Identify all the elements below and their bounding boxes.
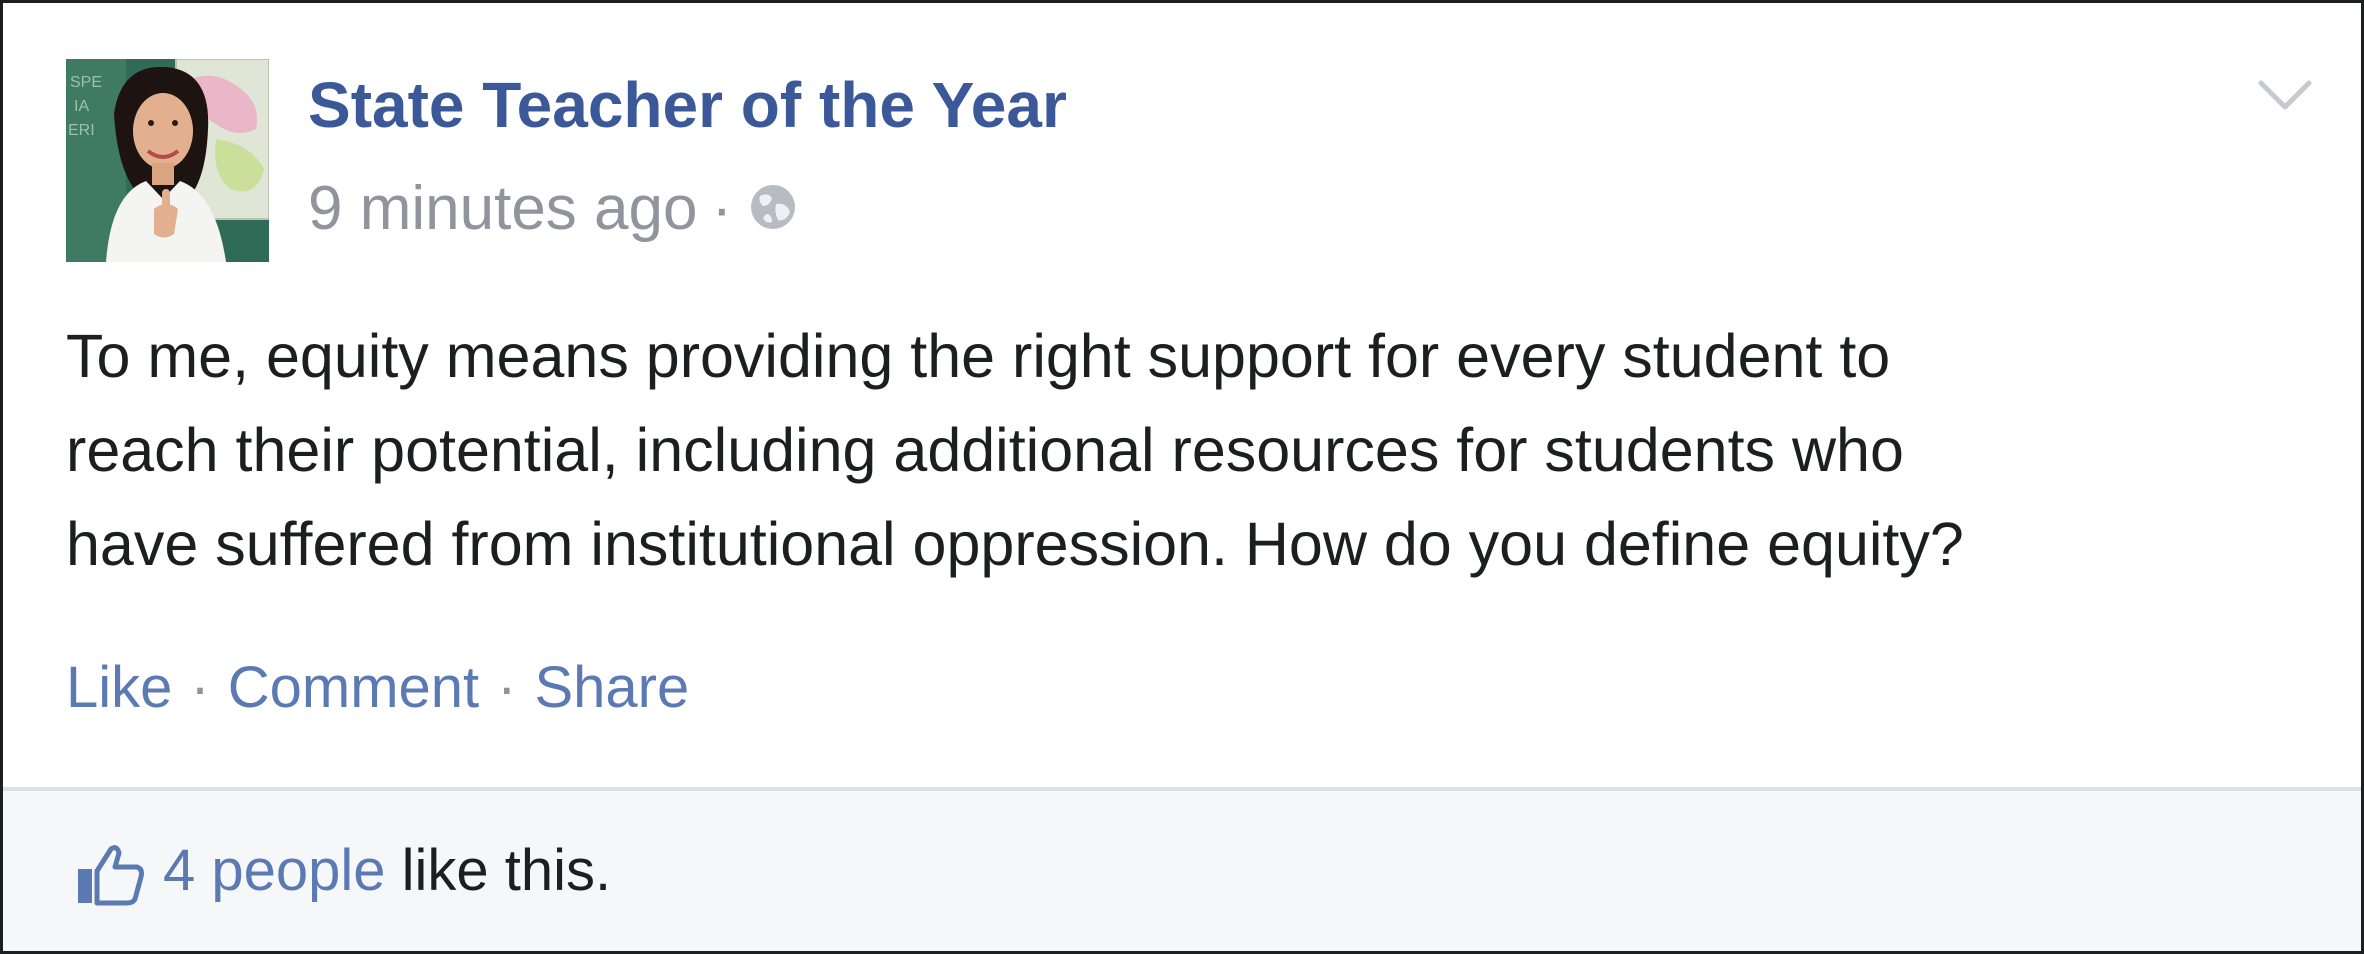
post-meta: 9 minutes ago · [308,166,798,252]
post-card: SPE IA ERI State Teacher of the Year 9 m… [0,0,2364,954]
svg-text:SPE: SPE [70,74,102,91]
likes-summary: 4 people like this. [3,791,2361,951]
like-link[interactable]: Like [66,655,172,720]
post-text-line: have suffered from institutional oppress… [66,510,1964,578]
svg-text:ERI: ERI [68,122,95,139]
post-body: To me, equity means providing the right … [66,309,2306,591]
meta-separator: · [711,174,733,243]
share-link[interactable]: Share [534,655,689,720]
globe-icon[interactable] [748,172,798,252]
likes-suffix: like this. [385,838,612,903]
likes-people-link[interactable]: 4 people [163,838,386,903]
post-timestamp[interactable]: 9 minutes ago [308,169,697,249]
comment-link[interactable]: Comment [228,655,479,720]
svg-text:IA: IA [74,98,89,115]
avatar-image: SPE IA ERI [66,59,269,262]
post-text-line: reach their potential, including additio… [66,416,1904,484]
likes-text: 4 people like this. [163,831,611,911]
author-name[interactable]: State Teacher of the Year [308,65,1067,145]
author-avatar[interactable]: SPE IA ERI [66,59,269,262]
post-actions: Like · Comment · Share [66,648,689,728]
thumbs-up-icon [75,843,145,907]
action-separator: · [497,655,517,720]
post-options-chevron-down-icon[interactable] [2255,75,2315,115]
action-separator: · [190,655,210,720]
post-text-line: To me, equity means providing the right … [66,322,1891,390]
